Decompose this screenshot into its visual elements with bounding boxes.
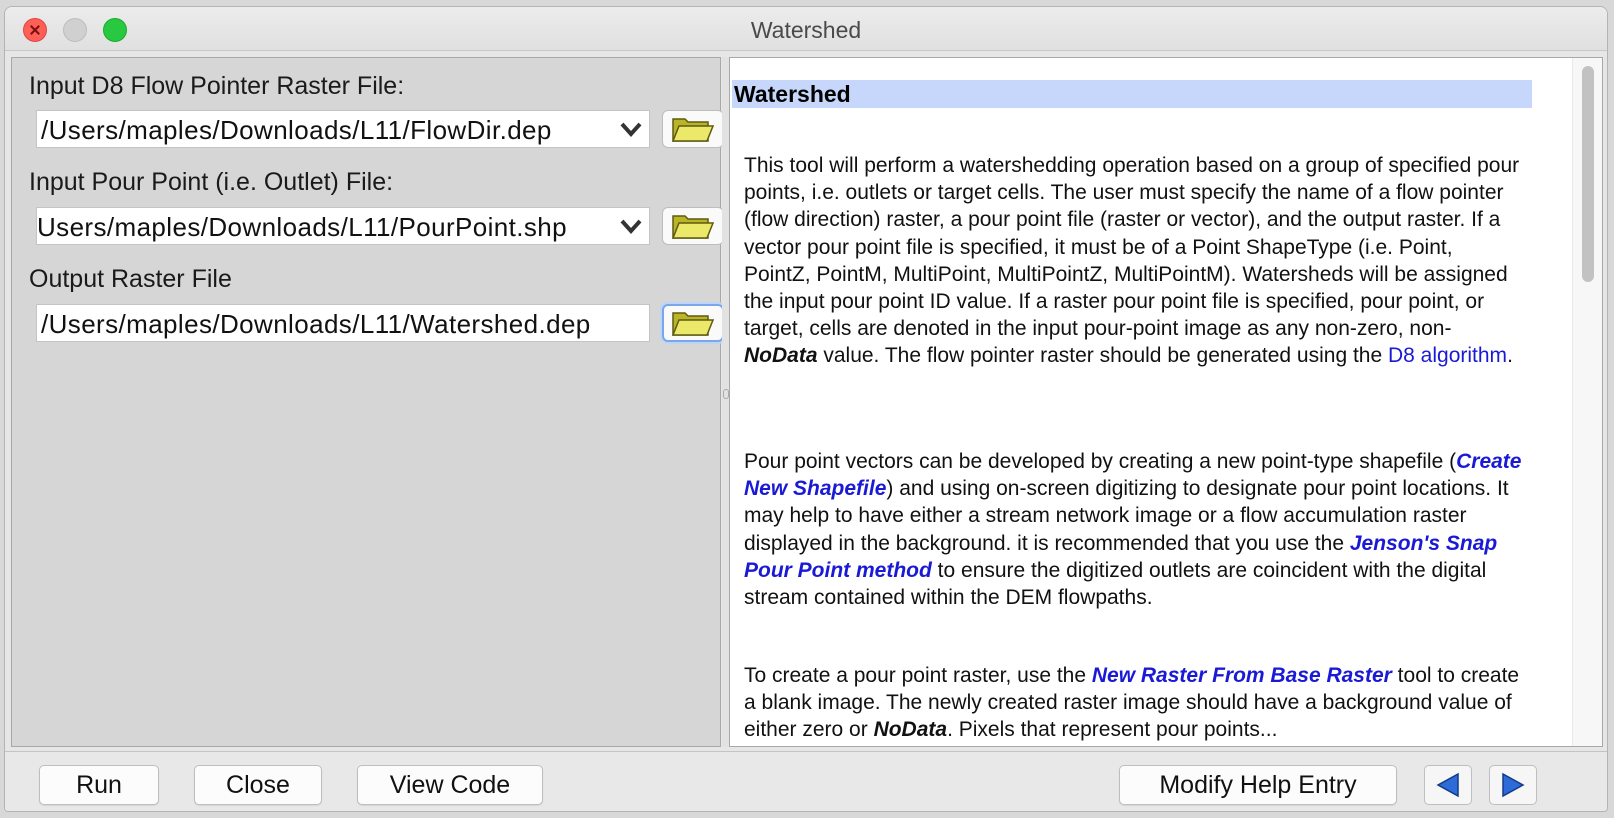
help-emphasis: NoData <box>873 718 948 742</box>
folder-open-icon <box>671 312 715 336</box>
help-text: Pour point vectors can be developed by c… <box>744 450 1457 473</box>
new-raster-from-base-link[interactable]: New Raster From Base Raster <box>1092 664 1392 687</box>
folder-open-icon <box>671 118 715 142</box>
help-paragraph-2: Pour point vectors can be developed by c… <box>744 448 1524 611</box>
help-forward-button[interactable] <box>1489 765 1537 805</box>
help-text: . <box>1507 344 1513 368</box>
flow-pointer-label: Input D8 Flow Pointer Raster File: <box>29 72 405 100</box>
flow-pointer-browse-button[interactable] <box>662 110 724 148</box>
help-text: . Pixels that represent pour points... <box>947 718 1278 742</box>
arrow-right-icon <box>1502 772 1525 798</box>
modify-help-entry-button[interactable]: Modify Help Entry <box>1119 765 1397 805</box>
help-text: This tool will perform a watershedding o… <box>744 154 1520 341</box>
help-panel: Watershed This tool will perform a water… <box>729 57 1603 747</box>
output-raster-field[interactable]: /Users/maples/Downloads/L11/Watershed.de… <box>36 304 650 342</box>
help-heading: Watershed <box>732 80 1532 108</box>
close-button[interactable]: Close <box>194 765 322 805</box>
help-paragraph-1: This tool will perform a watershedding o… <box>744 152 1524 370</box>
folder-open-icon <box>671 215 715 239</box>
help-text: To create a pour point raster, use the <box>744 664 1092 687</box>
title-bar: Watershed <box>5 7 1607 51</box>
help-text: value. The flow pointer raster should be… <box>817 344 1388 368</box>
pour-point-value: Users/maples/Downloads/L11/PourPoint.shp <box>37 212 568 242</box>
help-scrollbar[interactable] <box>1572 58 1602 746</box>
d8-algorithm-link[interactable]: D8 algorithm <box>1388 344 1507 367</box>
chevron-down-icon[interactable] <box>617 111 645 147</box>
scroll-thumb[interactable] <box>1582 66 1594 282</box>
window-title: Watershed <box>750 17 862 43</box>
output-raster-label: Output Raster File <box>29 265 232 293</box>
pour-point-combo[interactable]: Users/maples/Downloads/L11/PourPoint.shp <box>36 207 650 245</box>
pour-point-browse-button[interactable] <box>662 207 724 245</box>
output-raster-value: /Users/maples/Downloads/L11/Watershed.de… <box>41 309 591 339</box>
pour-point-label: Input Pour Point (i.e. Outlet) File: <box>29 168 394 196</box>
chevron-down-icon[interactable] <box>617 208 645 244</box>
help-emphasis: NoData <box>744 344 818 368</box>
output-raster-browse-button[interactable] <box>662 304 724 342</box>
button-bar: Run Close View Code Modify Help Entry <box>5 751 1607 811</box>
flow-pointer-combo[interactable]: /Users/maples/Downloads/L11/FlowDir.dep <box>36 110 650 148</box>
parameters-panel: Input D8 Flow Pointer Raster File: /User… <box>11 57 724 747</box>
help-paragraph-3: To create a pour point raster, use the N… <box>744 662 1524 744</box>
flow-pointer-value: /Users/maples/Downloads/L11/FlowDir.dep <box>41 115 552 145</box>
view-code-button[interactable]: View Code <box>357 765 543 805</box>
arrow-left-icon <box>1436 772 1459 798</box>
help-back-button[interactable] <box>1424 765 1472 805</box>
watershed-window: Watershed Input D8 Flow Pointer Raster F… <box>4 6 1608 812</box>
run-button[interactable]: Run <box>39 765 159 805</box>
